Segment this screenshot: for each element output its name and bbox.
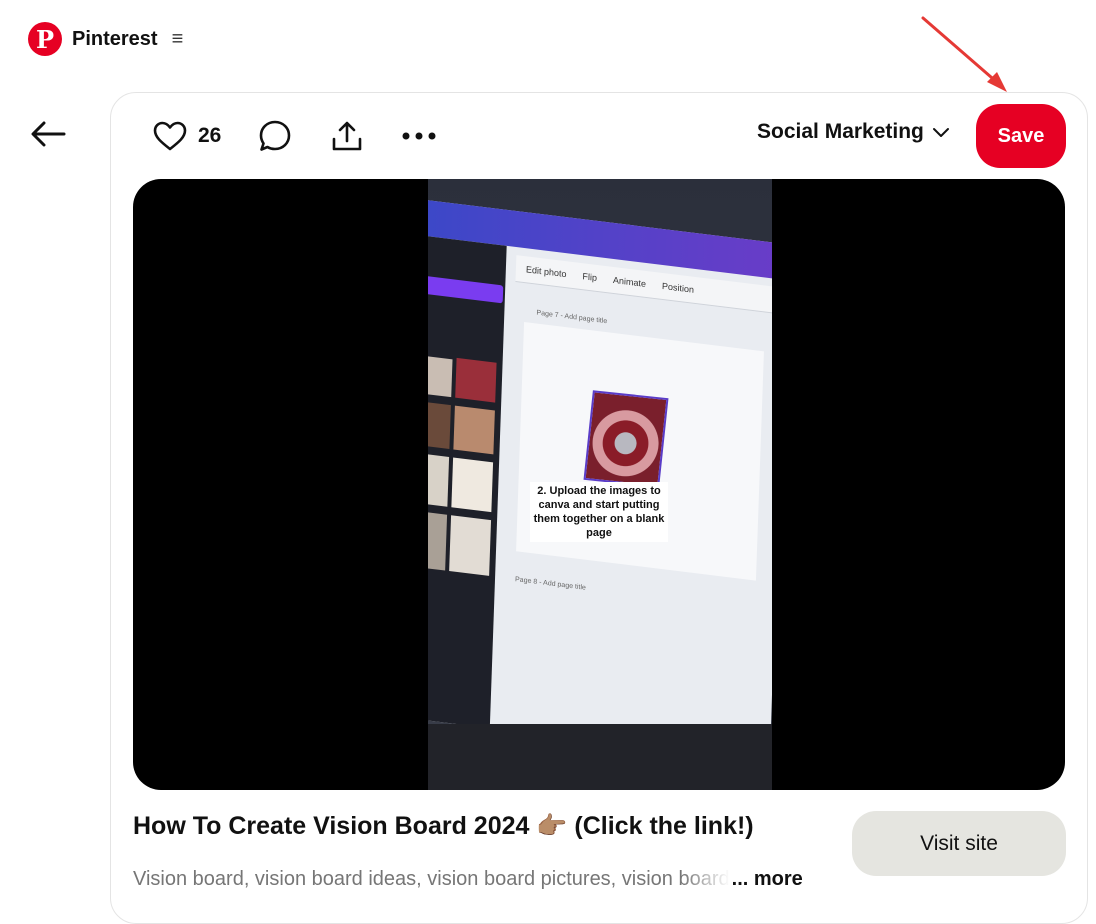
comment-button[interactable] [253, 114, 297, 158]
like-button[interactable] [148, 114, 192, 158]
pin-actions: 26 [148, 112, 441, 160]
video-toolbar-item: Flip [582, 271, 598, 283]
brand-name[interactable]: Pinterest [72, 28, 158, 51]
menu-icon[interactable]: ≡ [172, 28, 184, 51]
back-arrow-icon [31, 121, 66, 147]
video-thumbnail [455, 357, 497, 403]
board-name: Social Marketing [757, 120, 924, 143]
heart-icon [153, 121, 187, 151]
share-button[interactable] [325, 114, 369, 158]
video-toolbar-item: Edit photo [525, 264, 567, 280]
share-icon [333, 121, 362, 151]
video-toolbar-item: Position [661, 280, 695, 295]
comment-icon [260, 120, 291, 151]
back-button[interactable] [26, 112, 70, 156]
video-thumbnail [428, 452, 450, 507]
video-laptop-keyboard [428, 724, 772, 790]
pin-video[interactable]: Edit photo Flip Animate Position Page 7 … [133, 179, 1065, 790]
annotation-arrow-icon [921, 16, 1007, 92]
more-link[interactable]: ... more [732, 868, 803, 890]
top-bar: P Pinterest ≡ [28, 22, 183, 56]
video-toolbar-item: Animate [612, 274, 647, 289]
video-pinned-image [583, 390, 669, 488]
save-button[interactable]: Save [976, 104, 1066, 168]
video-thumbnail [428, 400, 451, 449]
video-page8-label: Page 8 - Add page title [514, 576, 586, 592]
pinterest-logo-icon[interactable]: P [28, 22, 62, 56]
video-app-sidebar [428, 234, 507, 729]
pin-description: Vision board, vision board ideas, vision… [133, 868, 833, 891]
video-upload-files [428, 275, 504, 304]
board-selector[interactable]: Social Marketing [757, 120, 950, 144]
video-thumbnail [449, 515, 492, 576]
video-thumbnail [428, 355, 453, 398]
video-page7-label: Page 7 - Add page title [536, 309, 608, 326]
video-thumbnail [453, 405, 495, 455]
video-thumbnail [428, 510, 448, 571]
more-options-button[interactable] [397, 114, 441, 158]
like-count: 26 [198, 124, 222, 147]
chevron-down-icon [932, 128, 949, 137]
video-thumbnail [451, 457, 494, 513]
video-frame: Edit photo Flip Animate Position Page 7 … [428, 179, 772, 790]
pin-description-text: Vision board, vision board ideas, vision… [133, 868, 730, 890]
video-caption: 2. Upload the images to canva and start … [530, 482, 668, 542]
visit-site-button[interactable]: Visit site [852, 811, 1066, 876]
more-icon [402, 132, 436, 140]
pin-title: How To Create Vision Board 2024 👉🏽 (Clic… [133, 812, 754, 840]
